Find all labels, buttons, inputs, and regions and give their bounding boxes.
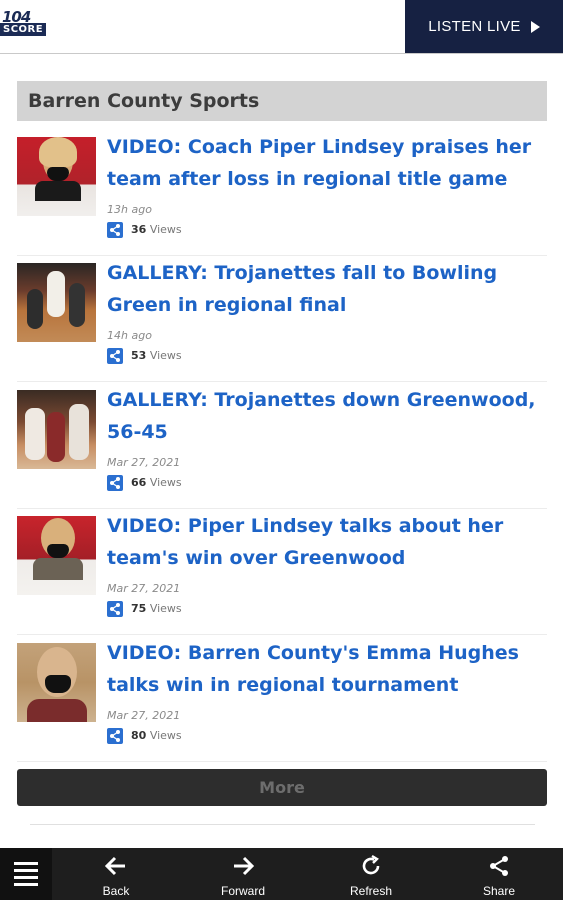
view-count: 53 Views <box>131 349 182 362</box>
article-item[interactable]: GALLERY: Trojanettes fall to Bowling Gre… <box>17 262 547 382</box>
share-button[interactable]: Share <box>454 848 544 900</box>
view-count: 66 Views <box>131 476 182 489</box>
play-icon <box>530 20 540 33</box>
article-item[interactable]: GALLERY: Trojanettes down Greenwood, 56-… <box>17 389 547 509</box>
view-number: 80 <box>131 729 147 742</box>
forward-button[interactable]: Forward <box>198 848 288 900</box>
arrow-right-icon <box>198 854 288 878</box>
back-button[interactable]: Back <box>71 848 161 900</box>
divider <box>30 824 535 825</box>
view-number: 75 <box>131 602 147 615</box>
menu-icon[interactable] <box>0 848 52 900</box>
article-item[interactable]: VIDEO: Barren County's Emma Hughes talks… <box>17 642 547 762</box>
refresh-button[interactable]: Refresh <box>326 848 416 900</box>
article-headline[interactable]: VIDEO: Barren County's Emma Hughes talks… <box>107 637 547 701</box>
forward-label: Forward <box>220 884 265 898</box>
view-number: 36 <box>131 223 147 236</box>
share-icon <box>454 854 544 878</box>
share-icon[interactable] <box>107 728 123 744</box>
section-title: Barren County Sports <box>28 90 260 112</box>
article-timestamp: 13h ago <box>107 203 152 216</box>
section-header: Barren County Sports <box>17 81 547 121</box>
listen-live-button[interactable]: LISTEN LIVE <box>405 0 563 53</box>
article-headline[interactable]: VIDEO: Coach Piper Lindsey praises her t… <box>107 131 547 195</box>
article-timestamp: Mar 27, 2021 <box>107 456 181 469</box>
article-thumbnail[interactable] <box>17 137 96 216</box>
share-icon[interactable] <box>107 348 123 364</box>
views-label: Views <box>149 349 182 362</box>
view-count: 80 Views <box>131 729 182 742</box>
article-headline[interactable]: VIDEO: Piper Lindsey talks about her tea… <box>107 510 547 574</box>
back-label: Back <box>102 884 130 898</box>
views-label: Views <box>149 729 182 742</box>
share-icon[interactable] <box>107 475 123 491</box>
refresh-label: Refresh <box>349 884 393 898</box>
article-thumbnail[interactable] <box>17 390 96 469</box>
article-headline[interactable]: GALLERY: Trojanettes down Greenwood, 56-… <box>107 384 547 448</box>
article-item[interactable]: VIDEO: Piper Lindsey talks about her tea… <box>17 515 547 635</box>
arrow-left-icon <box>71 854 161 878</box>
article-timestamp: Mar 27, 2021 <box>107 709 181 722</box>
share-icon[interactable] <box>107 601 123 617</box>
refresh-icon <box>326 854 416 878</box>
share-icon[interactable] <box>107 222 123 238</box>
article-timestamp: 14h ago <box>107 329 152 342</box>
views-label: Views <box>149 602 182 615</box>
more-button[interactable]: More <box>17 769 547 806</box>
views-label: Views <box>149 223 182 236</box>
article-thumbnail[interactable] <box>17 263 96 342</box>
logo-wordmark: SCORE <box>0 23 47 36</box>
article-thumbnail[interactable] <box>17 643 96 722</box>
listen-live-label: LISTEN LIVE <box>428 18 521 35</box>
article-item[interactable]: VIDEO: Coach Piper Lindsey praises her t… <box>17 136 547 256</box>
station-logo[interactable]: 104 SCORE <box>0 8 56 40</box>
article-headline[interactable]: GALLERY: Trojanettes fall to Bowling Gre… <box>107 257 547 321</box>
view-number: 53 <box>131 349 147 362</box>
views-label: Views <box>149 476 182 489</box>
more-label: More <box>259 778 305 797</box>
bottom-toolbar: Back Forward Refresh Share <box>0 848 563 900</box>
view-number: 66 <box>131 476 147 489</box>
view-count: 75 Views <box>131 602 182 615</box>
view-count: 36 Views <box>131 223 182 236</box>
share-label: Share <box>482 884 516 898</box>
article-thumbnail[interactable] <box>17 516 96 595</box>
article-timestamp: Mar 27, 2021 <box>107 582 181 595</box>
top-header: 104 SCORE LISTEN LIVE <box>0 0 563 54</box>
